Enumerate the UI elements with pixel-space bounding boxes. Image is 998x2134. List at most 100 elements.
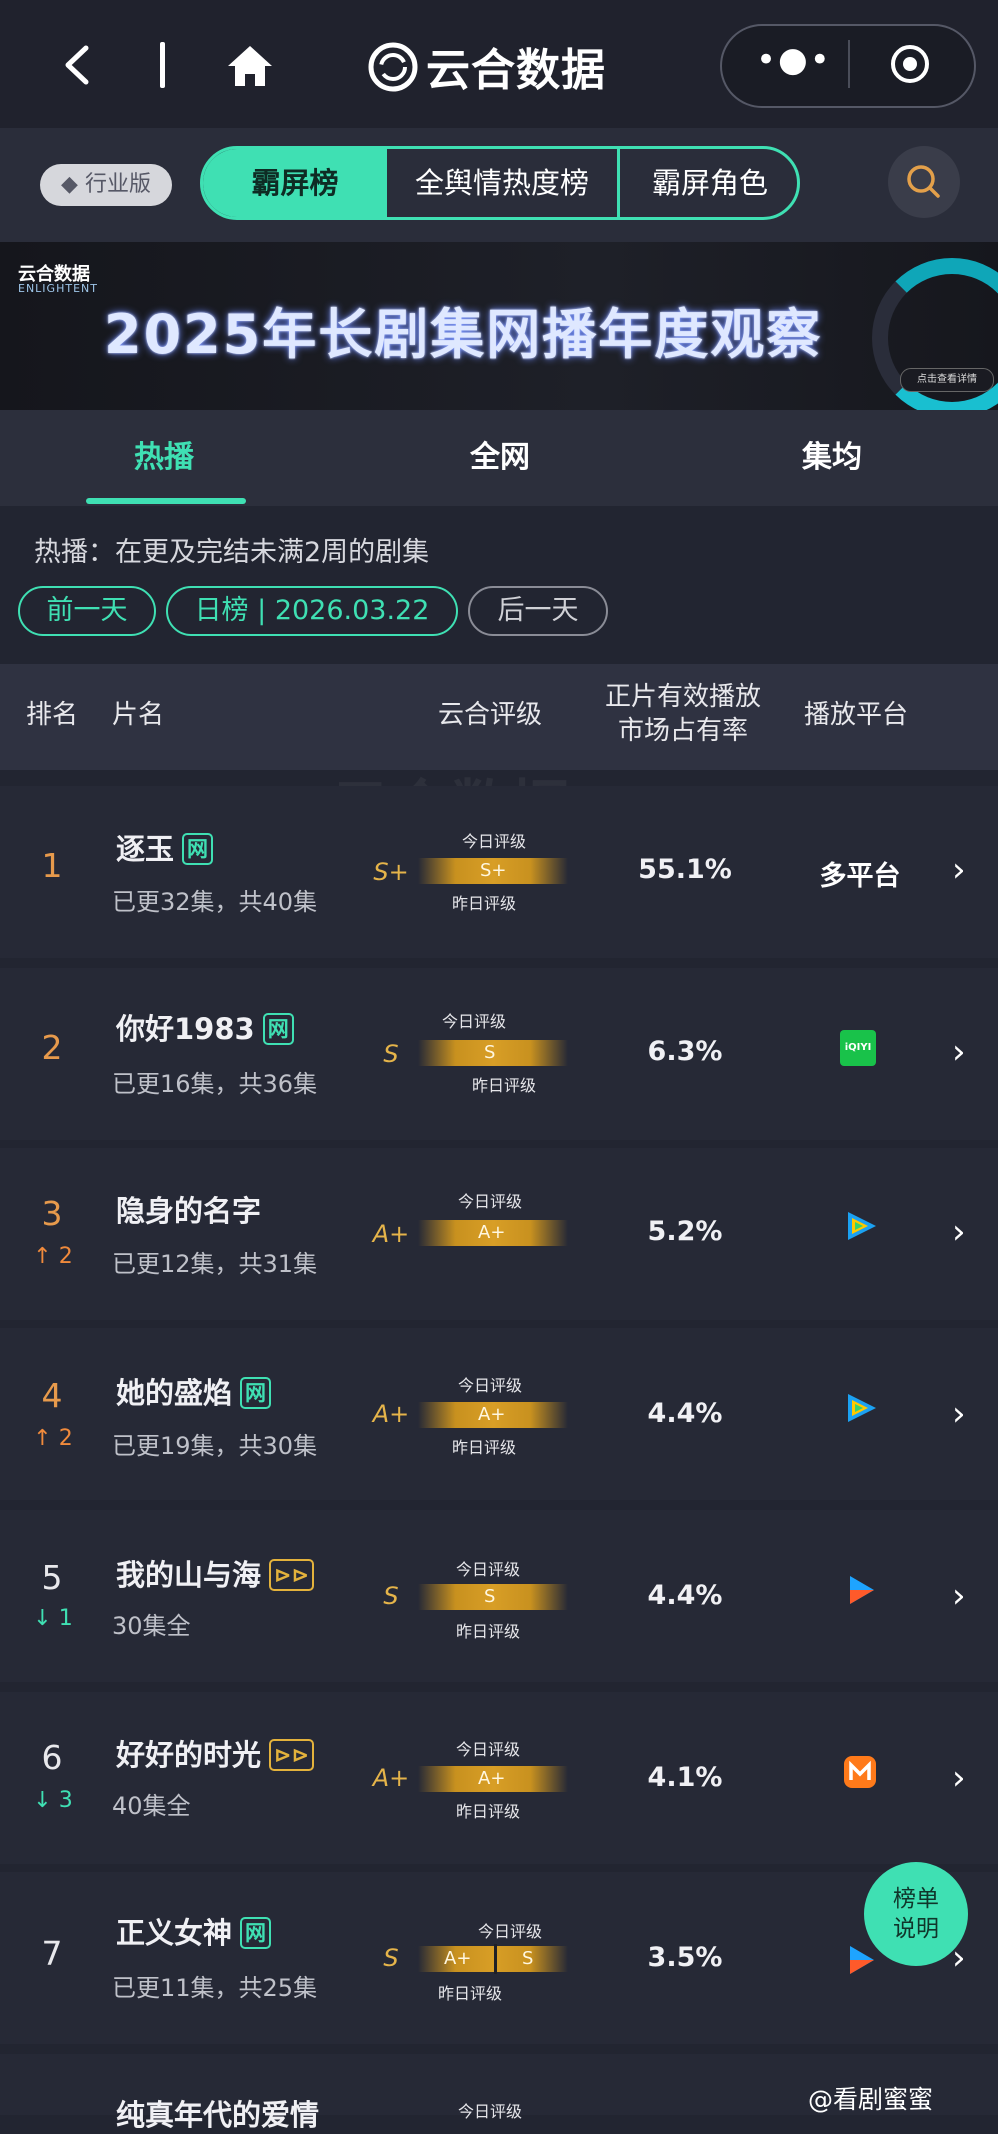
capsule-divider xyxy=(848,40,850,88)
app-title: 云合数据 xyxy=(426,45,606,96)
banner-cta[interactable]: 点击查看详情 xyxy=(900,368,994,392)
today-grade-label: 今日评级 xyxy=(458,1192,523,1211)
play-forward-icon: ⊳⊳ xyxy=(269,1739,315,1771)
tab-hot[interactable]: 热播 xyxy=(84,410,244,506)
help-line1: 榜单 xyxy=(893,1886,939,1912)
grade-letter: A+ xyxy=(372,1764,410,1792)
chevron-right-icon[interactable]: › xyxy=(952,1032,966,1072)
segment-screen-dominance[interactable]: 霸屏榜 xyxy=(203,149,387,217)
net-drama-tag: 网 xyxy=(240,1917,272,1949)
segment-dominant-roles[interactable]: 霸屏角色 xyxy=(620,149,797,217)
drama-title-text: 我的山与海 xyxy=(116,1558,262,1592)
header-share-line1: 正片有效播放 xyxy=(604,682,761,712)
episode-progress: 已更32集，共40集 xyxy=(112,888,318,916)
drama-title-text: 逐玉 xyxy=(116,832,175,866)
more-icon[interactable]: •●• xyxy=(756,40,832,80)
tab-per-episode[interactable]: 集均 xyxy=(752,410,912,506)
yesterday-grade-label: 昨日评级 xyxy=(438,1984,503,2003)
drama-title: 纯真年代的爱情 xyxy=(116,2092,319,2134)
rank-number: 2 xyxy=(41,1028,63,1067)
rank-number: 4 xyxy=(41,1376,63,1415)
chevron-right-icon[interactable]: › xyxy=(952,1758,966,1798)
today-grade-label: 今日评级 xyxy=(462,832,527,851)
episode-progress: 已更19集，共30集 xyxy=(112,1432,318,1460)
next-day-button[interactable]: 后一天 xyxy=(468,586,608,636)
net-drama-tag: 网 xyxy=(240,1377,272,1409)
yesterday-grade-label: 昨日评级 xyxy=(472,1076,537,1095)
rank-number: 1 xyxy=(41,846,63,885)
back-arrow-icon[interactable] xyxy=(58,40,98,90)
rank-down-indicator: ↓ 3 xyxy=(33,1788,73,1813)
grade-letter: S+ xyxy=(373,858,409,886)
today-grade-label: 今日评级 xyxy=(456,1560,521,1579)
table-row[interactable]: 3 ↑ 2 隐身的名字 已更12集，共31集 A+ 今日评级 A+ 5.2% › xyxy=(0,1148,998,1320)
prev-day-button[interactable]: 前一天 xyxy=(18,586,156,636)
grade-bar: S xyxy=(418,1040,568,1066)
iqiyi-icon: iQIYI xyxy=(840,1030,876,1066)
banner-brand-sub: ENLIGHTENT xyxy=(18,282,98,295)
segment-public-opinion-heat[interactable]: 全舆情热度榜 xyxy=(387,149,620,217)
episode-progress: 已更11集，共25集 xyxy=(112,1974,318,2002)
tab-all-network[interactable]: 全网 xyxy=(420,410,580,506)
drama-title-text: 好好的时光 xyxy=(116,1738,262,1772)
table-row[interactable]: 5 ↓ 1 我的山与海 ⊳⊳ 30集全 S 今日评级 S 昨日评级 4.4% › xyxy=(0,1510,998,1682)
tencent-video-icon xyxy=(800,1388,920,1435)
grade-bar-yesterday-value: A+ xyxy=(444,1948,472,1969)
grade-bar: A+ S xyxy=(418,1944,568,1974)
ranking-segment-control: 霸屏榜 全舆情热度榜 霸屏角色 xyxy=(200,146,800,220)
grade-bar-divider xyxy=(494,1944,497,1974)
diamond-icon: ◆ xyxy=(61,172,85,197)
market-share: 3.5% xyxy=(647,1942,723,1973)
chevron-right-icon[interactable]: › xyxy=(952,850,966,890)
grade-bar: A+ xyxy=(418,1220,568,1246)
grade-bar-value: A+ xyxy=(478,1222,506,1243)
grade-bar-value: A+ xyxy=(478,1768,506,1789)
grade-bar-value: S+ xyxy=(480,860,507,881)
industry-label: 行业版 xyxy=(84,172,151,197)
grade-letter: A+ xyxy=(372,1220,410,1248)
today-grade-label: 今日评级 xyxy=(442,1012,507,1031)
grade-letter: S xyxy=(383,1944,399,1972)
episode-progress: 已更16集，共36集 xyxy=(112,1070,318,1098)
drama-title: 她的盛焰网 xyxy=(116,1370,272,1412)
ranking-help-button[interactable]: 榜单 说明 xyxy=(864,1862,968,1966)
home-icon[interactable] xyxy=(224,42,276,90)
drama-title-text: 正义女神 xyxy=(116,1916,233,1950)
table-row[interactable]: 6 ↓ 3 好好的时光 ⊳⊳ 40集全 A+ 今日评级 A+ 昨日评级 4.1% … xyxy=(0,1692,998,1864)
header-platform: 播放平台 xyxy=(804,700,909,730)
drama-title: 我的山与海 ⊳⊳ xyxy=(116,1552,315,1594)
topbar-divider xyxy=(160,42,165,88)
market-share: 5.2% xyxy=(647,1216,723,1247)
drama-title-text: 纯真年代的爱情 xyxy=(116,2098,320,2132)
date-selector[interactable]: 日榜 | 2026.03.22 xyxy=(166,586,458,636)
table-row[interactable]: 1 逐玉网 已更32集，共40集 S+ 今日评级 S+ 昨日评级 55.1% 多… xyxy=(0,786,998,958)
chevron-right-icon[interactable]: › xyxy=(952,1212,966,1252)
table-row[interactable]: 2 你好1983 网 已更16集，共36集 S 今日评级 S 昨日评级 6.3% … xyxy=(0,968,998,1140)
chevron-right-icon[interactable]: › xyxy=(952,1394,966,1434)
rank-up-indicator: ↑ 2 xyxy=(33,1244,73,1269)
rank-number: 5 xyxy=(41,1558,63,1597)
drama-title: 好好的时光 ⊳⊳ xyxy=(116,1732,315,1774)
table-row[interactable]: 4 ↑ 2 她的盛焰网 已更19集，共30集 A+ 今日评级 A+ 昨日评级 4… xyxy=(0,1328,998,1500)
drama-title: 你好1983 网 xyxy=(116,1006,294,1048)
close-target-icon[interactable] xyxy=(890,44,930,84)
yesterday-grade-label: 昨日评级 xyxy=(456,1622,521,1641)
grade-bar: A+ xyxy=(418,1402,568,1428)
market-share: 4.4% xyxy=(647,1580,723,1611)
chevron-right-icon[interactable]: › xyxy=(952,1576,966,1616)
grade-letter: S xyxy=(383,1040,399,1068)
grade-bar: S xyxy=(418,1584,568,1610)
drama-title: 隐身的名字 xyxy=(116,1188,261,1230)
table-row[interactable]: 7 正义女神网 已更11集，共25集 S 今日评级 A+ S 昨日评级 3.5%… xyxy=(0,1872,998,2044)
header-grade: 云合评级 xyxy=(438,700,543,730)
mgtv-icon xyxy=(800,1752,920,1799)
industry-edition-badge[interactable]: ◆ 行业版 xyxy=(40,164,172,206)
grade-bar-value: A+ xyxy=(478,1404,506,1425)
search-button[interactable] xyxy=(888,146,960,218)
grade-letter: S xyxy=(383,1582,399,1610)
drama-title: 正义女神网 xyxy=(116,1910,272,1952)
help-line2: 说明 xyxy=(893,1916,939,1942)
header-share-line2: 市场占有率 xyxy=(617,716,748,746)
market-share: 6.3% xyxy=(647,1036,723,1067)
today-grade-label: 今日评级 xyxy=(478,1922,543,1941)
